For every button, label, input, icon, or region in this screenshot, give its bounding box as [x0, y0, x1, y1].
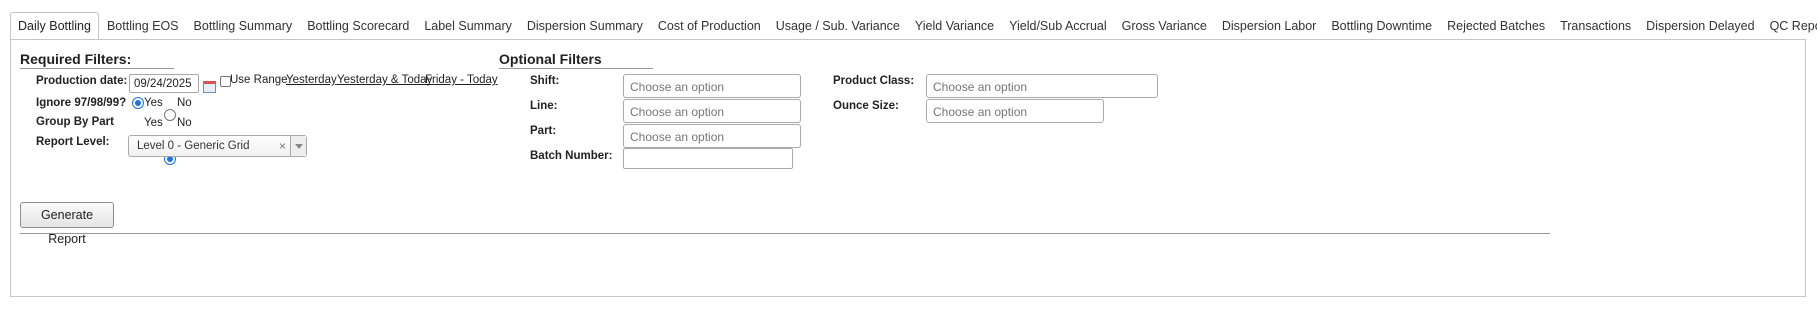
product-class-label: Product Class: [833, 75, 915, 87]
ignore-label: Ignore 97/98/99? [36, 97, 127, 109]
batch-number-input[interactable] [623, 148, 793, 169]
tab-yield-variance[interactable]: Yield Variance [908, 13, 1001, 39]
tab-dispersion-labor[interactable]: Dispersion Labor [1215, 13, 1324, 39]
ounce-size-select[interactable]: Choose an option [926, 99, 1104, 123]
tab-label-summary[interactable]: Label Summary [417, 13, 519, 39]
ignore-yes-label: Yes [144, 97, 163, 109]
tab-daily-bottling[interactable]: Daily Bottling [10, 12, 99, 41]
required-filters-title: Required Filters: [20, 51, 174, 69]
tab-qc-report[interactable]: QC Report [1763, 13, 1817, 39]
batch-number-label: Batch Number: [530, 150, 613, 162]
tab-usage-sub-variance[interactable]: Usage / Sub. Variance [769, 13, 907, 39]
part-select[interactable]: Choose an option [623, 124, 801, 148]
daily-bottling-panel: Required Filters: Production date: Use R… [10, 39, 1806, 297]
part-label: Part: [530, 125, 557, 137]
tab-bottling-eos[interactable]: Bottling EOS [100, 13, 186, 39]
divider [20, 233, 1550, 234]
ounce-size-label: Ounce Size: [833, 100, 899, 112]
group-no-label: No [177, 117, 192, 129]
yesterday-link[interactable]: Yesterday [286, 74, 337, 86]
report-level-select[interactable]: Level 0 - Generic Grid × [128, 135, 307, 157]
line-label: Line: [530, 100, 558, 112]
ignore-yes-radio[interactable] [132, 97, 144, 109]
tab-dispersion-summary[interactable]: Dispersion Summary [520, 13, 650, 39]
report-level-label: Report Level: [36, 136, 110, 148]
shift-label: Shift: [530, 75, 560, 87]
production-date-label: Production date: [36, 75, 128, 87]
calendar-icon[interactable] [203, 81, 216, 93]
production-date-input[interactable] [129, 74, 199, 93]
chevron-down-icon [295, 144, 303, 149]
report-level-value: Level 0 - Generic Grid [137, 140, 250, 152]
generate-report-button[interactable]: Generate Report [20, 202, 114, 246]
yesterday-today-link[interactable]: Yesterday & Today [337, 74, 432, 86]
tab-yield-sub-accrual[interactable]: Yield/Sub Accrual [1002, 13, 1114, 39]
optional-filters-title: Optional Filters [499, 51, 653, 69]
tab-rejected-batches[interactable]: Rejected Batches [1440, 13, 1552, 39]
friday-today-link[interactable]: Friday - Today [425, 74, 498, 86]
tab-bottling-summary[interactable]: Bottling Summary [187, 13, 300, 39]
tab-bottling-scorecard[interactable]: Bottling Scorecard [300, 13, 416, 39]
product-class-select[interactable]: Choose an option [926, 74, 1158, 98]
tab-bottling-downtime[interactable]: Bottling Downtime [1324, 13, 1439, 39]
group-by-part-label: Group By Part [36, 116, 114, 128]
ignore-no-radio[interactable] [164, 109, 176, 121]
tab-transactions[interactable]: Transactions [1553, 13, 1638, 39]
clear-icon[interactable]: × [279, 139, 286, 153]
tab-gross-variance[interactable]: Gross Variance [1115, 13, 1214, 39]
use-range-label: Use Range [230, 74, 288, 86]
dropdown-toggle[interactable] [290, 136, 306, 156]
tab-dispersion-delayed[interactable]: Dispersion Delayed [1639, 13, 1761, 39]
shift-select[interactable]: Choose an option [623, 74, 801, 98]
tab-bar: Daily Bottling Bottling EOS Bottling Summa… [0, 0, 1817, 41]
ignore-no-label: No [177, 97, 192, 109]
tab-cost-of-production[interactable]: Cost of Production [651, 13, 768, 39]
group-yes-label: Yes [144, 117, 163, 129]
line-select[interactable]: Choose an option [623, 99, 801, 123]
